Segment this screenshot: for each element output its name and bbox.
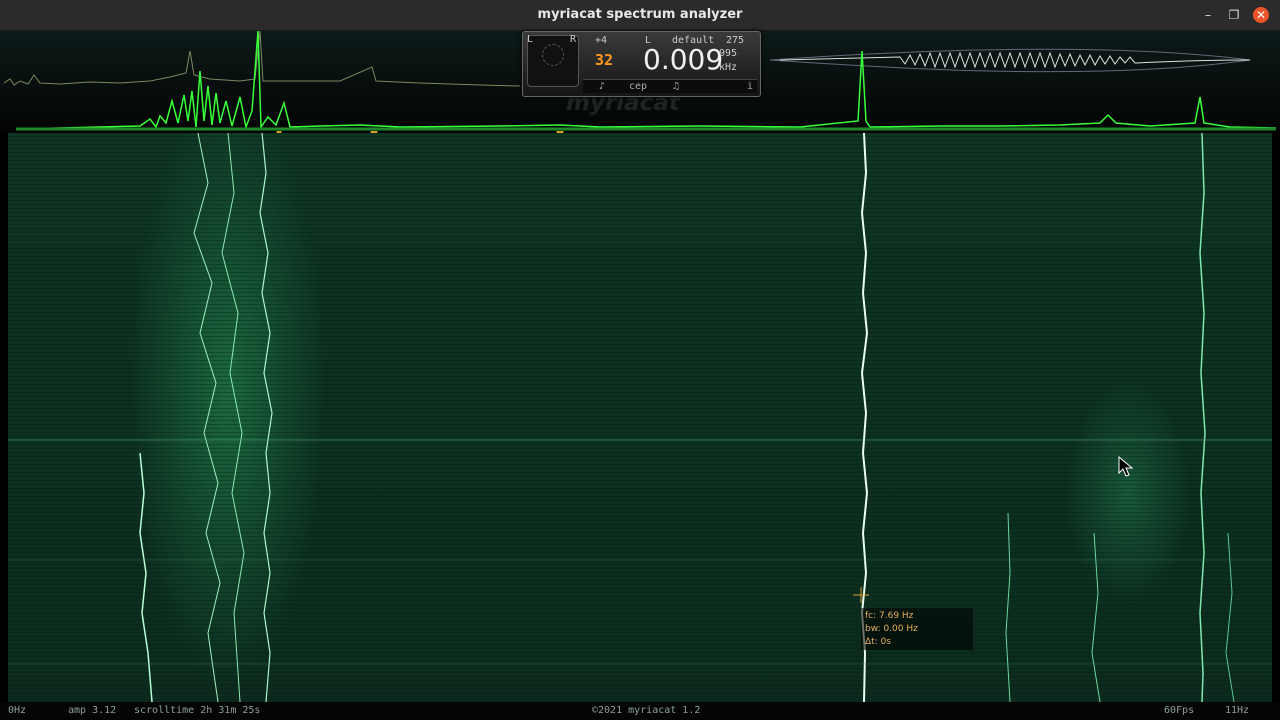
overview-trace	[3, 31, 521, 87]
transpose-value[interactable]: +4	[595, 35, 607, 46]
waterfall-view[interactable]	[8, 133, 1272, 702]
trace-left	[139, 452, 153, 702]
maximize-button[interactable]: ❐	[1226, 7, 1242, 23]
tuner-panel: L R +4 L default 275 32 0.009 995 kHz ♪ …	[522, 31, 761, 97]
window-title: myriacat spectrum analyzer	[537, 7, 743, 22]
high-frequency-label: 11Hz	[1225, 705, 1250, 716]
scope-left-label: L	[527, 34, 534, 45]
fps-readout: 60Fps	[1164, 705, 1195, 716]
trace-right	[1199, 133, 1206, 702]
trace-dense-3	[221, 133, 245, 702]
low-frequency-label: 0Hz	[8, 705, 27, 716]
trace-mid-right-2	[1091, 532, 1101, 702]
trace-dense-1	[259, 133, 273, 702]
center-frequency: fc: 7.69 Hz	[865, 611, 914, 621]
trace-far-right	[1225, 532, 1235, 702]
status-bar: 0Hz amp 3.12 scrolltime 2h 31m 25s ©2021…	[0, 702, 1280, 720]
cep-button[interactable]: cep	[629, 80, 647, 93]
panel-toolbar: ♪ cep ♫ i	[583, 79, 757, 93]
mouse-pointer-icon	[1118, 456, 1134, 477]
frequency-display: 0.009	[643, 43, 724, 76]
waterfall-traces	[8, 133, 1272, 702]
bandwidth: bw: 0.00 Hz	[865, 624, 918, 634]
unit-label: kHz	[719, 62, 738, 73]
scope-right-label: R	[570, 34, 577, 45]
cursor-readout: fc: 7.69 Hz bw: 0.00 Hz Δt: 0s	[861, 608, 973, 650]
octave-display: 32	[595, 51, 614, 69]
amp-readout[interactable]: amp 3.12	[68, 702, 116, 720]
scrolltime-readout[interactable]: scrolltime 2h 31m 25s	[134, 702, 260, 720]
preset-number: 275	[726, 35, 745, 46]
note-icon[interactable]: ♫	[673, 80, 679, 93]
info-icon[interactable]: i	[747, 80, 753, 93]
minimize-button[interactable]: –	[1200, 7, 1216, 23]
copyright-text: ©2021 myriacat 1.2	[592, 705, 701, 716]
sub-value: 995	[719, 48, 738, 59]
trace-mid-right	[1005, 512, 1011, 702]
close-button[interactable]: ✕	[1253, 7, 1269, 23]
delta-time: Δt: 0s	[865, 637, 891, 647]
trace-dense-2	[193, 133, 221, 702]
title-bar: myriacat spectrum analyzer – ❐ ✕	[0, 0, 1280, 31]
tuning-fork-icon[interactable]: ♪	[599, 80, 605, 93]
